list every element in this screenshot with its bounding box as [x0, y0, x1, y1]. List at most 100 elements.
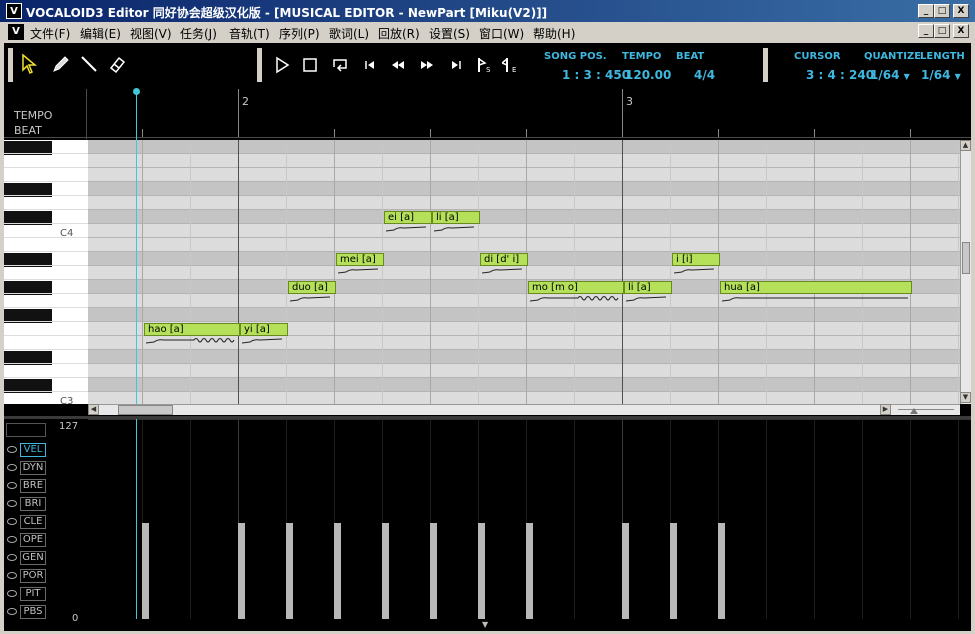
note[interactable]: li [a] [432, 211, 480, 224]
menu-edit[interactable]: 编辑(E) [80, 25, 121, 42]
note[interactable]: duo [a] [288, 281, 336, 294]
control-tab-ope[interactable]: OPE [20, 533, 46, 547]
pencil-tool-icon[interactable] [50, 53, 72, 75]
control-tab-por[interactable]: POR [20, 569, 46, 583]
eye-icon[interactable] [7, 500, 17, 507]
zoom-slider-thumb[interactable] [910, 405, 918, 414]
scroll-left-icon[interactable]: ◀ [88, 404, 99, 415]
arrow-tool-icon[interactable] [20, 53, 42, 75]
eye-icon[interactable] [7, 536, 17, 543]
note[interactable]: hao [a] [144, 323, 240, 336]
grid-row[interactable] [88, 224, 960, 238]
note[interactable]: mei [a] [336, 253, 384, 266]
expand-down-icon[interactable]: ▼ [482, 620, 488, 629]
eye-icon[interactable] [7, 482, 17, 489]
velocity-bar[interactable] [238, 523, 245, 619]
velocity-bar[interactable] [670, 523, 677, 619]
fast-forward-icon[interactable] [417, 55, 437, 75]
menu-settings[interactable]: 设置(S) [429, 25, 470, 42]
control-tab-pit[interactable]: PIT [20, 587, 46, 601]
eye-icon[interactable] [7, 554, 17, 561]
playhead-line[interactable] [136, 140, 137, 404]
velocity-bar[interactable] [478, 523, 485, 619]
grid-row[interactable] [88, 154, 960, 168]
grid-row[interactable] [88, 182, 960, 196]
scroll-down-icon[interactable]: ▼ [960, 392, 971, 403]
menu-job[interactable]: 任务(J) [180, 25, 217, 42]
menu-track[interactable]: 音轨(T) [229, 25, 270, 42]
control-tab-bre[interactable]: BRE [20, 479, 46, 493]
stop-icon[interactable] [300, 55, 320, 75]
eye-icon[interactable] [7, 590, 17, 597]
length-dropdown[interactable]: 1/64 ▼ [921, 68, 961, 82]
grid-row[interactable] [88, 392, 960, 404]
menu-window[interactable]: 窗口(W) [479, 25, 524, 42]
velocity-bar[interactable] [142, 523, 149, 619]
note[interactable]: hua [a] [720, 281, 912, 294]
eye-icon[interactable] [7, 572, 17, 579]
grid-row[interactable] [88, 196, 960, 210]
minimize-button[interactable]: _ [918, 4, 934, 18]
note[interactable]: yi [a] [240, 323, 288, 336]
velocity-bar[interactable] [526, 523, 533, 619]
document-icon[interactable]: V [8, 24, 24, 40]
close-button[interactable]: X [953, 4, 969, 18]
velocity-bar[interactable] [334, 523, 341, 619]
menu-sequence[interactable]: 序列(P) [279, 25, 320, 42]
horizontal-scroll-thumb[interactable] [118, 405, 173, 415]
horizontal-scrollbar[interactable]: ◀ ▶ [88, 404, 960, 415]
ruler[interactable]: TEMPO BEAT [4, 89, 971, 139]
grid-row[interactable] [88, 210, 960, 224]
go-start-icon[interactable] [360, 55, 380, 75]
grid-row[interactable] [88, 168, 960, 182]
toolbar-grip[interactable] [257, 48, 262, 82]
note[interactable]: li [a] [624, 281, 672, 294]
velocity-bar[interactable] [718, 523, 725, 619]
mdi-close-button[interactable]: X [953, 24, 969, 38]
note[interactable]: ei [a] [384, 211, 432, 224]
scroll-up-icon[interactable]: ▲ [960, 140, 971, 151]
control-tab-cle[interactable]: CLE [20, 515, 46, 529]
start-marker-icon[interactable]: S [474, 55, 494, 75]
menu-help[interactable]: 帮助(H) [533, 25, 575, 42]
grid-row[interactable] [88, 238, 960, 252]
mdi-minimize-button[interactable]: _ [918, 24, 934, 38]
velocity-bar[interactable] [286, 523, 293, 619]
control-tab-pbs[interactable]: PBS [20, 605, 46, 619]
menu-view[interactable]: 视图(V) [130, 25, 172, 42]
grid-row[interactable] [88, 364, 960, 378]
vertical-scrollbar[interactable]: ▲ ▼ [960, 140, 971, 404]
note[interactable]: mo [m o] [528, 281, 624, 294]
scroll-right-icon[interactable]: ▶ [880, 404, 891, 415]
playhead-line[interactable] [136, 89, 137, 140]
note[interactable]: di [d' i] [480, 253, 528, 266]
piano-roll-grid[interactable]: hao [a] yi [a] duo [a] mei [a] ei [a] li [a] d… [88, 140, 960, 404]
eye-icon[interactable] [7, 446, 17, 453]
playhead-handle[interactable] [133, 88, 140, 95]
grid-row[interactable] [88, 350, 960, 364]
velocity-bar[interactable] [622, 523, 629, 619]
menu-lyrics[interactable]: 歌词(L) [329, 25, 369, 42]
vertical-scroll-thumb[interactable] [962, 242, 970, 274]
menu-playback[interactable]: 回放(R) [378, 25, 420, 42]
control-track[interactable] [88, 419, 971, 619]
note[interactable]: i [i] [672, 253, 720, 266]
grid-row[interactable] [88, 308, 960, 322]
zoom-slider[interactable] [898, 409, 954, 410]
grid-row[interactable] [88, 378, 960, 392]
rewind-icon[interactable] [388, 55, 408, 75]
loop-icon[interactable] [330, 55, 350, 75]
eye-icon[interactable] [7, 608, 17, 615]
mdi-restore-button[interactable]: □ [934, 24, 950, 38]
maximize-button[interactable]: □ [934, 4, 950, 18]
velocity-bar[interactable] [430, 523, 437, 619]
toolbar-grip[interactable] [8, 48, 13, 82]
velocity-bar[interactable] [382, 523, 389, 619]
control-tab-dyn[interactable]: DYN [20, 461, 46, 475]
end-marker-icon[interactable]: E [502, 55, 522, 75]
line-tool-icon[interactable] [78, 53, 100, 75]
go-end-icon[interactable] [446, 55, 466, 75]
control-tab-vel[interactable]: VEL [20, 443, 46, 457]
eye-icon[interactable] [7, 464, 17, 471]
eye-icon[interactable] [7, 518, 17, 525]
